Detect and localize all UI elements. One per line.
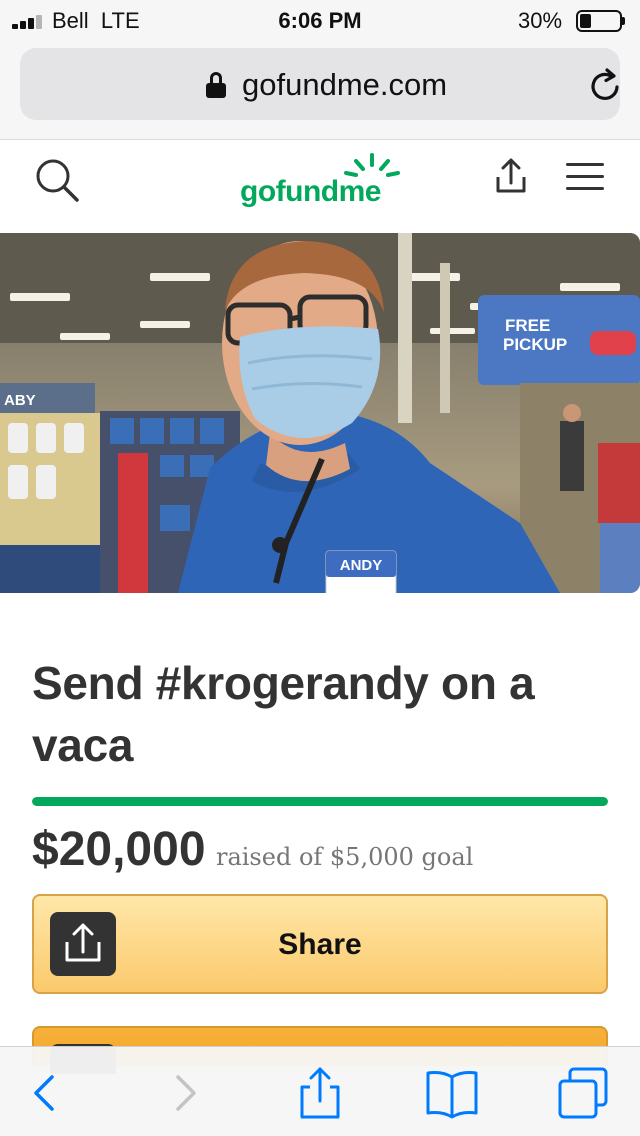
progress-bar-fill [32, 797, 608, 806]
progress-bar [32, 797, 608, 806]
sign-line-2: PICKUP [503, 335, 567, 354]
battery-icon [576, 10, 622, 32]
site-header: gofundme [0, 141, 640, 233]
menu-icon[interactable] [566, 159, 606, 191]
search-icon[interactable] [34, 157, 80, 203]
funding-summary: $20,000 raised of $5,000 goal [32, 822, 612, 882]
browser-address-area: gofundme.com [0, 40, 640, 140]
gofundme-logo[interactable]: gofundme [240, 153, 410, 215]
battery-level [580, 14, 591, 28]
reload-icon[interactable] [586, 66, 626, 106]
url-text[interactable]: gofundme.com [242, 67, 447, 103]
forward-chevron-icon[interactable] [156, 1067, 212, 1119]
campaign-photo: FREE PICKUP ABY ANDY [0, 233, 640, 593]
aisle-sign: ABY [4, 392, 36, 409]
browser-toolbar [0, 1046, 640, 1136]
share-icon[interactable] [292, 1067, 348, 1119]
share-button-label: Share [278, 928, 362, 961]
name-tag-text: ANDY [340, 557, 383, 574]
battery-percent: 30% [518, 8, 563, 33]
raised-amount: $20,000 [32, 823, 206, 876]
battery-cap [622, 17, 625, 25]
goal-text: raised of $5,000 goal [215, 843, 474, 871]
back-chevron-icon[interactable] [20, 1067, 76, 1119]
logo-wordmark: gofundme [240, 175, 381, 208]
tabs-icon[interactable] [556, 1067, 612, 1119]
status-bar: Bell LTE 6:06 PM 30% [0, 0, 640, 40]
address-bar[interactable]: gofundme.com [20, 48, 620, 120]
share-button[interactable]: Share [32, 894, 608, 994]
sign-line-1: FREE [505, 316, 550, 335]
share-icon[interactable] [490, 155, 532, 197]
campaign-photo-illustration: FREE PICKUP ABY ANDY [0, 233, 640, 593]
lock-icon [206, 72, 226, 98]
bookmarks-icon[interactable] [424, 1067, 480, 1119]
campaign-title: Send #krogerandy on a vaca [32, 657, 535, 771]
